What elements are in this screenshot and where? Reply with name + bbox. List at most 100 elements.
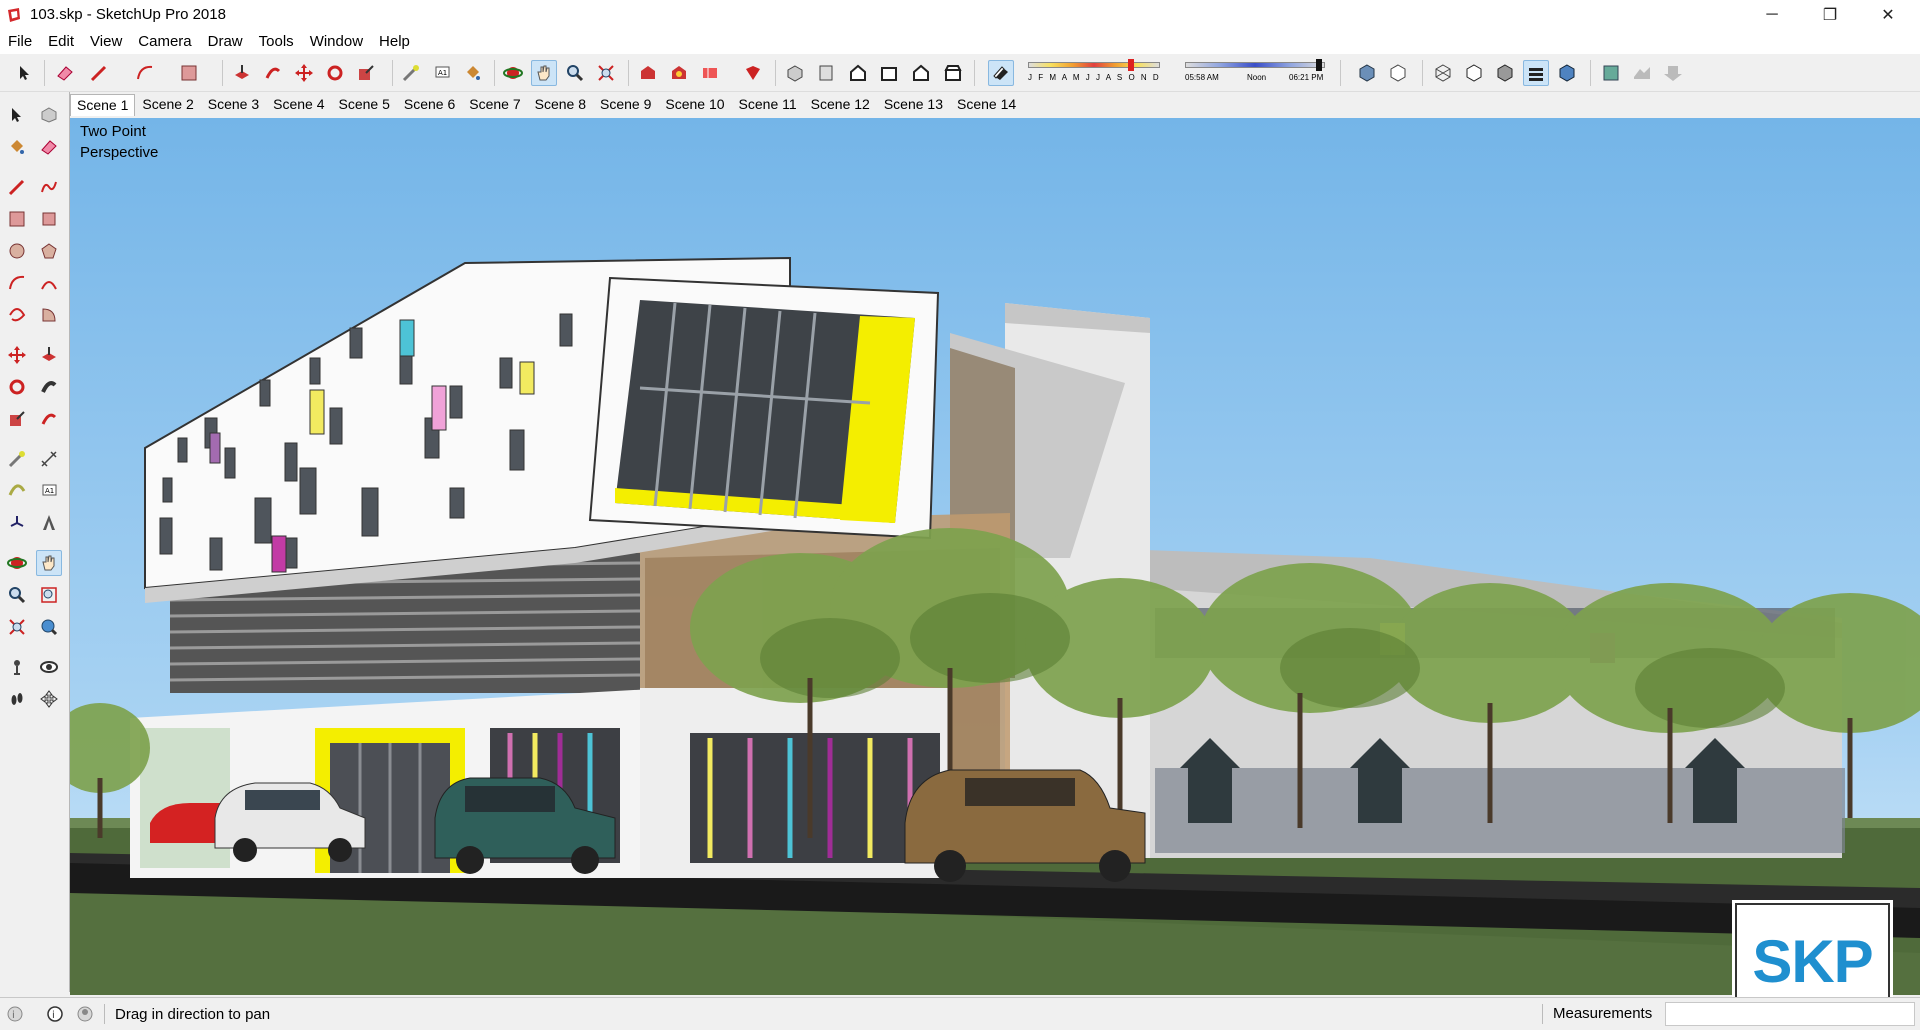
hidden-line-style-icon[interactable] bbox=[1461, 60, 1487, 86]
3d-text-tool-icon[interactable] bbox=[36, 510, 62, 536]
freehand-tool-icon[interactable] bbox=[36, 174, 62, 200]
measurements-input[interactable] bbox=[1665, 1002, 1915, 1026]
zoom-window-tool-icon[interactable] bbox=[36, 582, 62, 608]
share-model-icon[interactable] bbox=[666, 60, 692, 86]
monochrome-style-icon[interactable] bbox=[1554, 60, 1580, 86]
section-plane-tool-icon[interactable] bbox=[36, 686, 62, 712]
dimension-tool-icon[interactable] bbox=[36, 446, 62, 472]
previous-view-icon[interactable] bbox=[36, 614, 62, 640]
shaded-textures-style-icon[interactable] bbox=[1523, 60, 1549, 86]
tab-scene-12[interactable]: Scene 12 bbox=[804, 93, 877, 116]
top-view-icon[interactable] bbox=[813, 60, 839, 86]
restore-button[interactable]: ❐ bbox=[1801, 0, 1859, 29]
pie-tool-icon[interactable] bbox=[36, 302, 62, 328]
move-tool-icon[interactable] bbox=[291, 60, 317, 86]
account-icon[interactable] bbox=[76, 1005, 94, 1023]
warehouse-icon[interactable] bbox=[635, 60, 661, 86]
protractor-tool-icon[interactable] bbox=[4, 478, 30, 504]
left-view-icon[interactable] bbox=[940, 60, 966, 86]
rectangle-tool-icon[interactable] bbox=[4, 206, 30, 232]
tab-scene-10[interactable]: Scene 10 bbox=[658, 93, 731, 116]
arc-tool-icon[interactable] bbox=[132, 60, 158, 86]
make-component-tool-icon[interactable] bbox=[36, 102, 62, 128]
circle-tool-icon[interactable] bbox=[4, 238, 30, 264]
follow-me-tool-icon[interactable] bbox=[260, 60, 286, 86]
tape-measure-tool-icon[interactable] bbox=[4, 446, 30, 472]
back-edges-style-icon[interactable] bbox=[1385, 60, 1411, 86]
rotated-rectangle-tool-icon[interactable] bbox=[36, 206, 62, 232]
front-view-icon[interactable] bbox=[845, 60, 871, 86]
menu-edit[interactable]: Edit bbox=[40, 33, 82, 50]
scale-tool-icon[interactable] bbox=[353, 60, 379, 86]
zoom-extents-tool-icon[interactable] bbox=[4, 614, 30, 640]
pan-tool-icon[interactable] bbox=[36, 550, 62, 576]
two-point-arc-tool-icon[interactable] bbox=[36, 270, 62, 296]
minimize-button[interactable]: ─ bbox=[1743, 0, 1801, 29]
tab-scene-7[interactable]: Scene 7 bbox=[462, 93, 527, 116]
tab-scene-4[interactable]: Scene 4 bbox=[266, 93, 331, 116]
look-around-tool-icon[interactable] bbox=[36, 654, 62, 680]
add-location-icon[interactable] bbox=[1598, 60, 1624, 86]
tab-scene-11[interactable]: Scene 11 bbox=[732, 93, 804, 116]
tab-scene-2[interactable]: Scene 2 bbox=[135, 93, 200, 116]
shadows-toggle-icon[interactable] bbox=[988, 60, 1014, 86]
orbit-tool-icon[interactable] bbox=[500, 60, 526, 86]
credits-icon[interactable]: i bbox=[46, 1005, 64, 1023]
line-tool-icon[interactable] bbox=[4, 174, 30, 200]
menu-draw[interactable]: Draw bbox=[200, 33, 251, 50]
pan-tool-icon[interactable] bbox=[531, 60, 557, 86]
right-view-icon[interactable] bbox=[876, 60, 902, 86]
three-point-arc-tool-icon[interactable] bbox=[4, 302, 30, 328]
paint-bucket-tool-icon[interactable] bbox=[4, 134, 30, 160]
tab-scene-6[interactable]: Scene 6 bbox=[397, 93, 462, 116]
xray-style-icon[interactable] bbox=[1354, 60, 1380, 86]
offset-tool-icon[interactable] bbox=[36, 406, 62, 432]
tab-scene-13[interactable]: Scene 13 bbox=[877, 93, 950, 116]
model-viewport[interactable] bbox=[70, 118, 1920, 995]
tab-scene-8[interactable]: Scene 8 bbox=[528, 93, 593, 116]
menu-camera[interactable]: Camera bbox=[130, 33, 199, 50]
text-tool-icon[interactable]: A1 bbox=[429, 60, 455, 86]
zoom-tool-icon[interactable] bbox=[4, 582, 30, 608]
share-component-icon[interactable] bbox=[697, 60, 723, 86]
menu-window[interactable]: Window bbox=[302, 33, 371, 50]
line-tool-icon[interactable] bbox=[86, 60, 112, 86]
menu-file[interactable]: File bbox=[0, 33, 40, 50]
eraser-tool-icon[interactable] bbox=[36, 134, 62, 160]
position-camera-tool-icon[interactable] bbox=[4, 654, 30, 680]
menu-tools[interactable]: Tools bbox=[251, 33, 302, 50]
zoom-tool-icon[interactable] bbox=[562, 60, 588, 86]
geolocation-icon[interactable]: i bbox=[6, 1005, 24, 1023]
close-button[interactable]: ✕ bbox=[1859, 0, 1917, 29]
shaded-style-icon[interactable] bbox=[1492, 60, 1518, 86]
orbit-tool-icon[interactable] bbox=[4, 550, 30, 576]
axes-tool-icon[interactable] bbox=[4, 510, 30, 536]
polygon-tool-icon[interactable] bbox=[36, 238, 62, 264]
follow-me-tool-icon[interactable] bbox=[36, 374, 62, 400]
zoom-extents-tool-icon[interactable] bbox=[593, 60, 619, 86]
arc-tool-icon[interactable] bbox=[4, 270, 30, 296]
move-tool-icon[interactable] bbox=[4, 342, 30, 368]
toggle-terrain-icon[interactable] bbox=[1629, 60, 1655, 86]
iso-view-icon[interactable] bbox=[782, 60, 808, 86]
tab-scene-3[interactable]: Scene 3 bbox=[201, 93, 266, 116]
back-view-icon[interactable] bbox=[908, 60, 934, 86]
tab-scene-9[interactable]: Scene 9 bbox=[593, 93, 658, 116]
tab-scene-14[interactable]: Scene 14 bbox=[950, 93, 1023, 116]
shadow-time-slider[interactable]: 05:58 AM Noon 06:21 PM bbox=[1185, 59, 1330, 87]
push-pull-tool-icon[interactable] bbox=[229, 60, 255, 86]
menu-help[interactable]: Help bbox=[371, 33, 418, 50]
shadow-date-slider[interactable]: J F M A M J J A S O N D bbox=[1025, 59, 1165, 87]
select-tool-icon[interactable] bbox=[4, 102, 30, 128]
tape-measure-tool-icon[interactable] bbox=[398, 60, 424, 86]
walk-tool-icon[interactable] bbox=[4, 686, 30, 712]
menu-view[interactable]: View bbox=[82, 33, 130, 50]
push-pull-tool-icon[interactable] bbox=[36, 342, 62, 368]
photo-textures-icon[interactable] bbox=[1660, 60, 1686, 86]
extension-warehouse-icon[interactable] bbox=[740, 60, 766, 86]
scale-tool-icon[interactable] bbox=[4, 406, 30, 432]
rectangle-tool-icon[interactable] bbox=[176, 60, 202, 86]
tab-scene-5[interactable]: Scene 5 bbox=[332, 93, 397, 116]
eraser-tool-icon[interactable] bbox=[52, 60, 78, 86]
rotate-tool-icon[interactable] bbox=[322, 60, 348, 86]
